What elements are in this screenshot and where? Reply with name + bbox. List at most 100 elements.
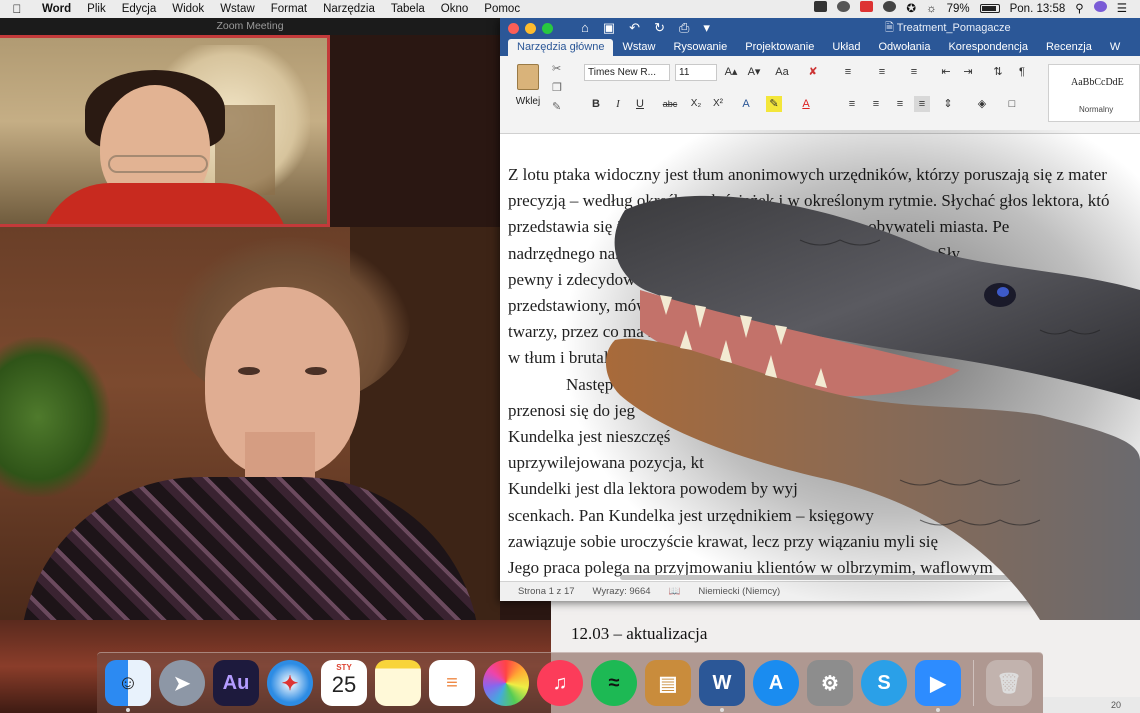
copy-icon[interactable]: ❐	[552, 81, 568, 94]
menu-edycja[interactable]: Edycja	[114, 0, 165, 18]
tab-wstaw[interactable]: Wstaw	[613, 39, 664, 56]
shading-icon[interactable]: ◈	[974, 96, 990, 112]
tab-rysowanie[interactable]: Rysowanie	[664, 39, 736, 56]
underline-icon[interactable]: U	[632, 96, 648, 112]
word-window[interactable]: ⌂ ▣ ↶ ↻ ⎙ ▾ 🗎 Treatment_Pomagacze Narzęd…	[500, 18, 1140, 601]
menu-plik[interactable]: Plik	[79, 0, 114, 18]
bold-icon[interactable]: B	[588, 96, 604, 112]
siri-icon[interactable]	[1089, 0, 1112, 18]
italic-icon[interactable]: I	[610, 96, 626, 112]
justify-icon[interactable]: ≡	[914, 96, 930, 112]
styles-gallery[interactable]: AaBbCcDdE Normalny	[1048, 64, 1140, 122]
tab-korespondencja[interactable]: Korespondencja	[939, 39, 1037, 56]
participant-video-main[interactable]	[0, 227, 500, 620]
spotify-status-icon[interactable]	[878, 0, 901, 18]
page-count[interactable]: Strona 1 z 17	[500, 586, 575, 597]
text-effects-icon[interactable]: A	[738, 96, 754, 112]
battery-icon[interactable]	[975, 0, 1005, 18]
horizontal-scrollbar[interactable]	[620, 575, 1050, 580]
dock-word-icon[interactable]: W	[699, 660, 745, 712]
align-left-icon[interactable]: ≡	[844, 96, 860, 112]
dock-safari-icon[interactable]: ✦	[267, 660, 313, 706]
focus-mode[interactable]: Koncentracja	[1057, 586, 1140, 597]
menu-narzedzia[interactable]: Narzędzia	[315, 0, 383, 18]
menu-app-name[interactable]: Word	[34, 0, 79, 18]
dock-photos-icon[interactable]	[483, 660, 529, 706]
paste-button[interactable]: Wklej	[510, 62, 546, 107]
multilevel-list-icon[interactable]: ≡	[906, 64, 922, 80]
dock-launchpad-icon[interactable]: ➤	[159, 660, 205, 706]
subscript-icon[interactable]: X₂	[688, 96, 704, 112]
spotlight-search-icon[interactable]: ⚲	[1070, 0, 1088, 18]
minimize-window-button[interactable]	[525, 22, 536, 34]
bluetooth-icon[interactable]: ✪	[901, 0, 921, 18]
menu-pomoc[interactable]: Pomoc	[476, 0, 528, 18]
word-titlebar[interactable]: ⌂ ▣ ↶ ↻ ⎙ ▾ 🗎 Treatment_Pomagacze	[500, 18, 1140, 38]
show-paragraph-marks-icon[interactable]: ¶	[1014, 64, 1030, 80]
menu-tabela[interactable]: Tabela	[383, 0, 433, 18]
superscript-icon[interactable]: X²	[710, 96, 726, 112]
creative-cloud-icon[interactable]	[832, 0, 855, 18]
menu-wstaw[interactable]: Wstaw	[212, 0, 263, 18]
dock-reminders-icon[interactable]: ≡	[429, 660, 475, 706]
document-body[interactable]: Z lotu ptaka widoczny jest tłum anonimow…	[508, 162, 1140, 581]
apple-icon[interactable]: 	[0, 2, 34, 16]
cut-icon[interactable]: ✂	[552, 62, 568, 75]
format-painter-icon[interactable]: ✎	[552, 100, 568, 113]
undo-icon[interactable]: ↶	[629, 20, 640, 36]
tab-w[interactable]: W	[1101, 39, 1129, 56]
close-window-button[interactable]	[508, 22, 519, 34]
dock-system-preferences-icon[interactable]: ⚙	[807, 660, 853, 706]
participant-video-small[interactable]	[0, 35, 330, 227]
strikethrough-icon[interactable]: abc	[662, 96, 678, 112]
highlight-icon[interactable]: ✎	[766, 96, 782, 112]
menu-format[interactable]: Format	[263, 0, 315, 18]
dock-appstore-icon[interactable]: A	[753, 660, 799, 706]
print-icon[interactable]: ⎙	[679, 20, 689, 36]
font-name-select[interactable]: Times New R...	[584, 64, 670, 81]
font-color-icon[interactable]: A	[798, 96, 814, 112]
tab-recenzja[interactable]: Recenzja	[1037, 39, 1101, 56]
align-center-icon[interactable]: ≡	[868, 96, 884, 112]
tab-narzedzia-glowne[interactable]: Narzędzia główne	[508, 39, 614, 56]
menu-okno[interactable]: Okno	[433, 0, 477, 18]
change-case-icon[interactable]: Aa	[774, 64, 790, 80]
dock-finder-icon[interactable]: ☺	[105, 660, 151, 712]
dock-zoom-icon[interactable]: ▶	[915, 660, 961, 712]
dock-preview-icon[interactable]: ▤	[645, 660, 691, 706]
document-page[interactable]: Z lotu ptaka widoczny jest tłum anonimow…	[500, 134, 1140, 581]
word-count[interactable]: Wyrazy: 9664	[575, 586, 651, 597]
maximize-window-button[interactable]	[542, 22, 553, 34]
bullets-icon[interactable]: ≡	[840, 64, 856, 80]
dock-audition-icon[interactable]: Au	[213, 660, 259, 706]
shrink-font-icon[interactable]: A▾	[746, 64, 762, 80]
customize-toolbar-icon[interactable]: ▾	[703, 20, 710, 36]
dock-trash-icon[interactable]: 🗑	[986, 660, 1032, 706]
home-icon[interactable]: ⌂	[581, 20, 589, 36]
shield-icon[interactable]	[855, 0, 878, 18]
redo-icon[interactable]: ↻	[654, 20, 665, 36]
language-indicator[interactable]: Niemiecki (Niemcy)	[680, 586, 780, 597]
clock[interactable]: Pon. 13:58	[1005, 0, 1071, 18]
tab-projektowanie[interactable]: Projektowanie	[736, 39, 823, 56]
dock-skype-icon[interactable]: S	[861, 660, 907, 706]
tab-odwolania[interactable]: Odwołania	[869, 39, 939, 56]
menu-widok[interactable]: Widok	[164, 0, 212, 18]
dock-calendar-icon[interactable]: STY 25	[321, 660, 367, 706]
font-size-select[interactable]: 11	[675, 64, 717, 81]
dock-notes-icon[interactable]	[375, 660, 421, 706]
dock-music-icon[interactable]: ♫	[537, 660, 583, 706]
grow-font-icon[interactable]: A▴	[723, 64, 739, 80]
tab-uklad[interactable]: Układ	[823, 39, 869, 56]
borders-icon[interactable]: □	[1004, 96, 1020, 112]
proofing-icon[interactable]: 📖	[651, 586, 681, 597]
wifi-icon[interactable]: ☼	[921, 0, 942, 18]
dock-spotify-icon[interactable]: ≈	[591, 660, 637, 706]
numbering-icon[interactable]: ≡	[874, 64, 890, 80]
line-spacing-icon[interactable]: ⇕	[940, 96, 956, 112]
notification-center-icon[interactable]: ☰	[1112, 0, 1132, 18]
save-icon[interactable]: ▣	[603, 20, 615, 36]
clear-formatting-icon[interactable]: ✘	[805, 64, 821, 80]
zoom-level-indicator[interactable]: 20	[1043, 697, 1140, 713]
zoom-status-icon[interactable]	[809, 0, 832, 18]
